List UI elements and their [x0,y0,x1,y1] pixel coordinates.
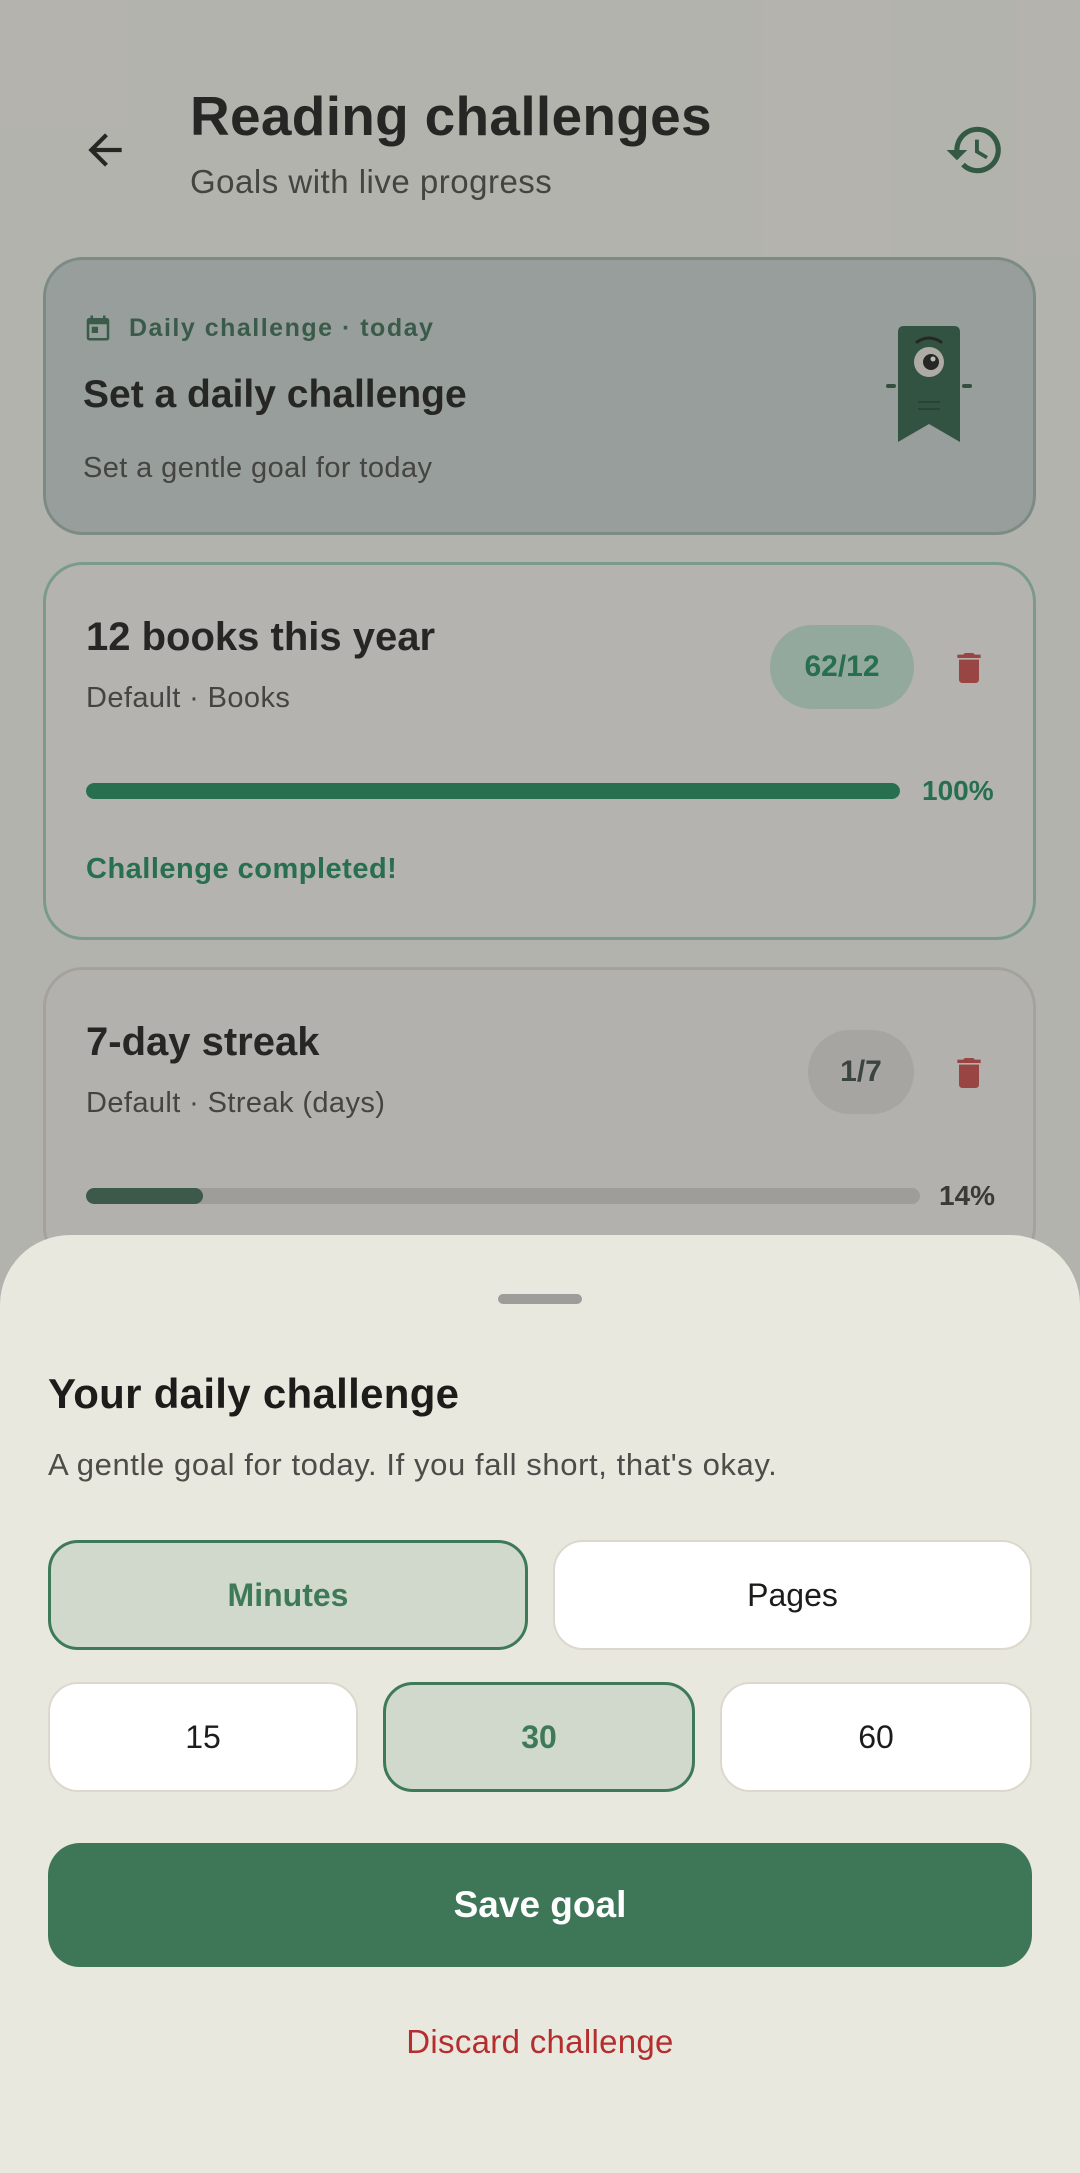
unit-option-minutes[interactable]: Minutes [48,1540,528,1650]
amount-option-15[interactable]: 15 [48,1682,358,1792]
sheet-subtitle: A gentle goal for today. If you fall sho… [48,1447,778,1482]
daily-challenge-sheet: Your daily challenge A gentle goal for t… [0,1235,1080,2173]
amount-option-60[interactable]: 60 [720,1682,1032,1792]
discard-challenge-button[interactable]: Discard challenge [0,2023,1080,2061]
save-goal-button[interactable]: Save goal [48,1843,1032,1967]
unit-option-pages[interactable]: Pages [553,1540,1032,1650]
sheet-drag-handle[interactable] [498,1294,582,1304]
amount-option-30[interactable]: 30 [383,1682,695,1792]
sheet-title: Your daily challenge [48,1370,460,1417]
screen: Reading challenges Goals with live progr… [0,0,1080,2173]
